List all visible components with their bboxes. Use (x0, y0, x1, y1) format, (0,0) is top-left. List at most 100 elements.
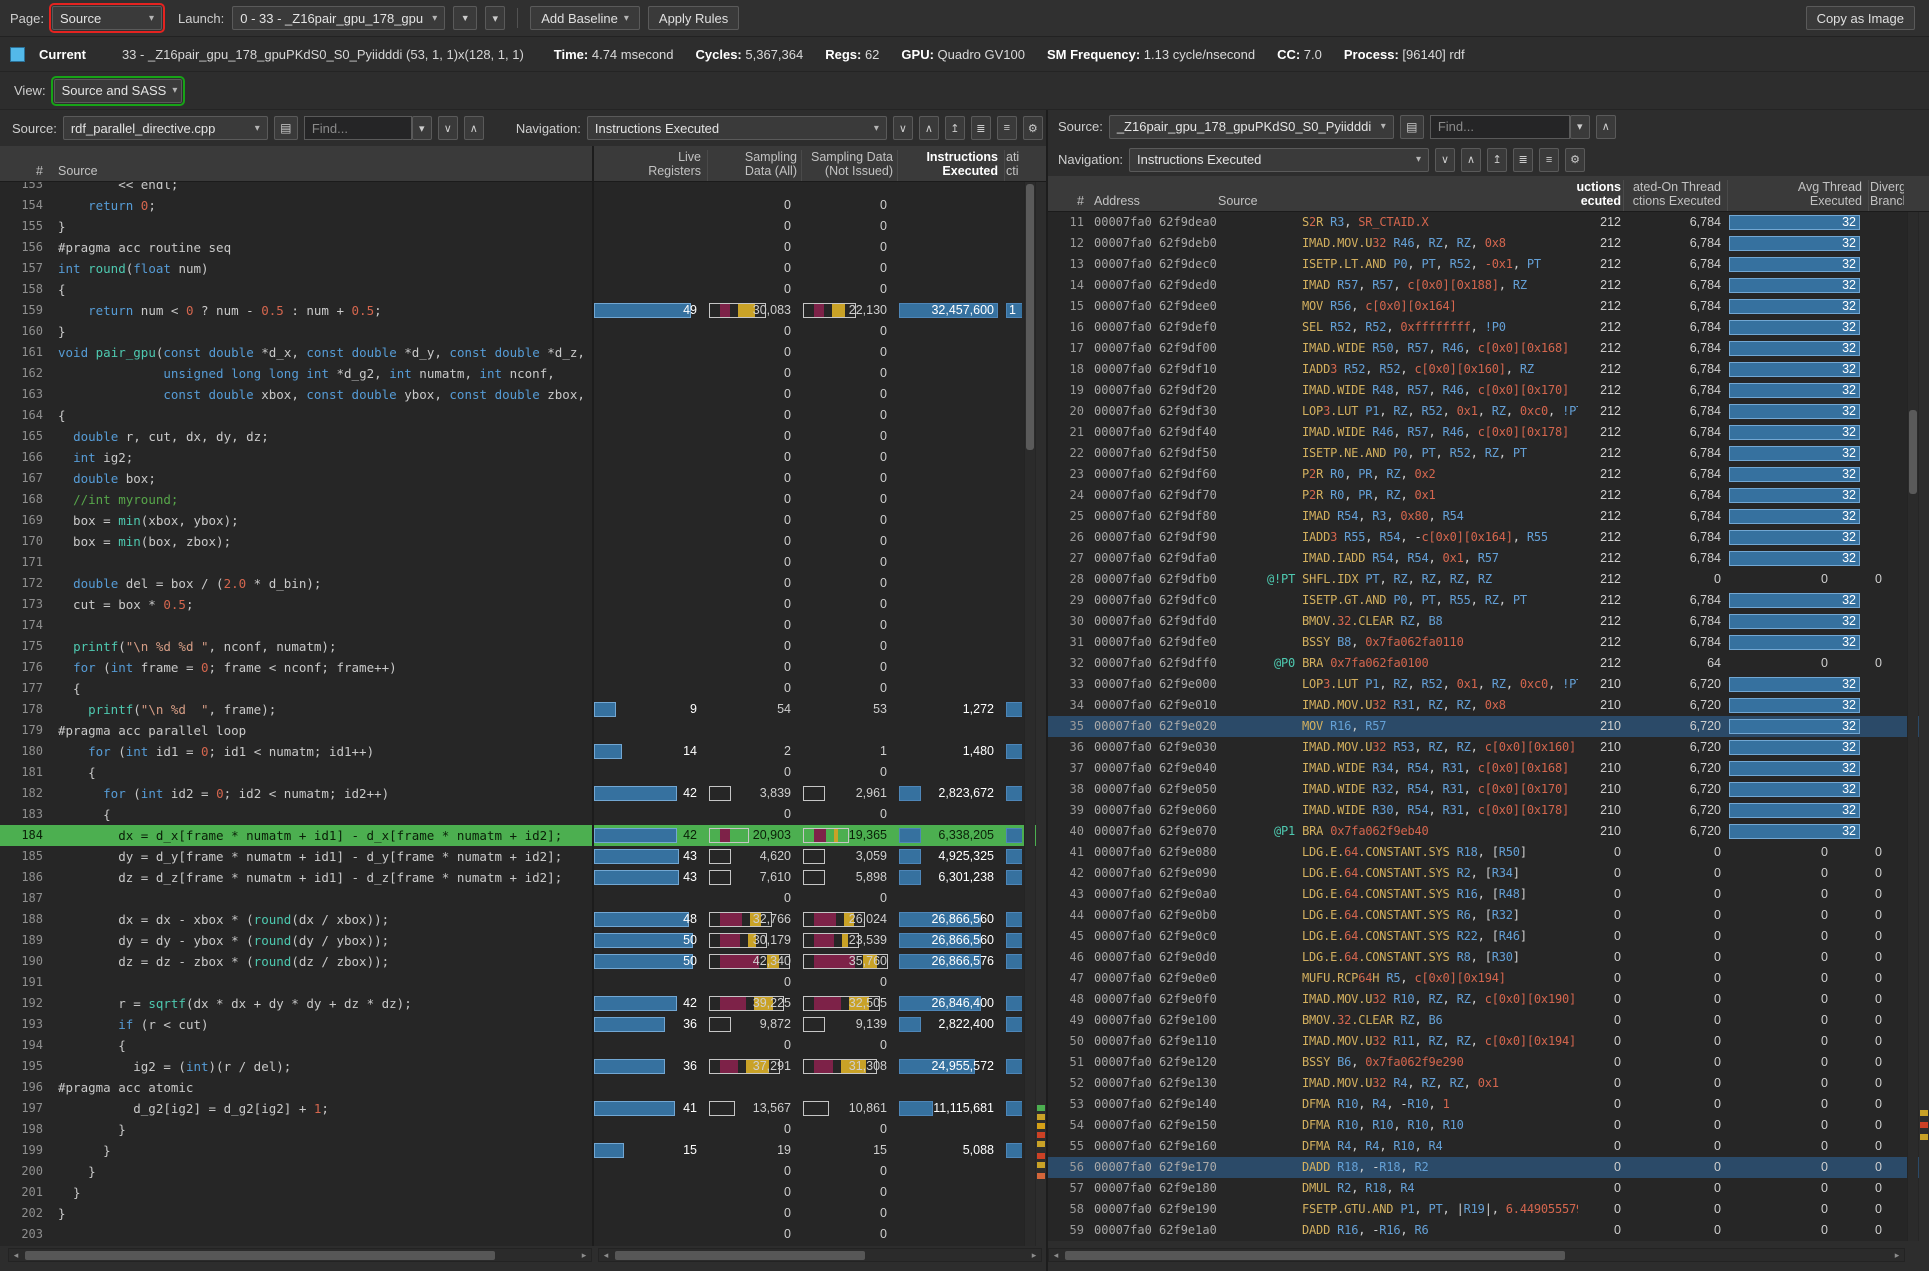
left-jump-to-top-button[interactable]: ↥ (945, 116, 965, 140)
source-row[interactable]: 160}00 (0, 321, 1046, 342)
sass-row[interactable]: 4400007fa0 62f9e0b0LDG.E.64.CONSTANT.SYS… (1048, 905, 1929, 926)
column-header-sampling-not-issued[interactable]: Sampling Data(Not Issued) (803, 150, 893, 178)
sass-row[interactable]: 3300007fa0 62f9e000LOP3.LUT P1, RZ, R52,… (1048, 674, 1929, 695)
copy-as-image-button[interactable]: Copy as Image (1806, 6, 1915, 30)
left-source-file-select[interactable]: rdf_parallel_directive.cpp▾ (63, 116, 268, 140)
sass-row[interactable]: 1200007fa0 62f9deb0IMAD.MOV.U32 R46, RZ,… (1048, 233, 1929, 254)
scroll-right-icon[interactable]: ▸ (1027, 1249, 1041, 1261)
sass-row[interactable]: 2000007fa0 62f9df30LOP3.LUT P1, RZ, R52,… (1048, 401, 1929, 422)
column-header-sampling-all[interactable]: SamplingData (All) (709, 150, 797, 178)
sass-row[interactable]: 4200007fa0 62f9e090LDG.E.64.CONSTANT.SYS… (1048, 863, 1929, 884)
source-row[interactable]: 193 if (r < cut)369,8729,1392,822,400 (0, 1014, 1046, 1035)
right-vscroll-thumb[interactable] (1909, 410, 1917, 494)
source-row[interactable]: 188 dx = dx - xbox * (round(dx / xbox));… (0, 909, 1046, 930)
column-header-line[interactable]: # (1048, 194, 1084, 208)
sass-row[interactable]: 3500007fa0 62f9e020MOV R16, R572106,7203… (1048, 716, 1929, 737)
sass-row[interactable]: 4900007fa0 62f9e100BMOV.32.CLEAR RZ, B60… (1048, 1010, 1929, 1031)
left-source-hscrollbar[interactable]: ◂ ▸ (8, 1248, 592, 1262)
column-header-instructions-executed[interactable]: InstructionsExecuted (899, 150, 998, 178)
left-vertical-scrollbar[interactable] (1024, 182, 1035, 1246)
source-row[interactable]: 181 {00 (0, 762, 1046, 783)
source-row[interactable]: 196#pragma acc atomic (0, 1077, 1046, 1098)
left-find-next-button[interactable]: ∨ (438, 116, 458, 140)
column-header-instructions-executed[interactable]: uctionsecuted (1558, 180, 1621, 208)
source-row[interactable]: 153 << endl; (0, 182, 1046, 195)
sass-row[interactable]: 2800007fa0 62f9dfb0@!PT SHFL.IDX PT, RZ,… (1048, 569, 1929, 590)
right-find-input[interactable]: Find... (1430, 115, 1570, 139)
source-row[interactable]: 199 }1519155,088 (0, 1140, 1046, 1161)
source-row[interactable]: 182 for (int id2 = 0; id2 < numatm; id2+… (0, 783, 1046, 804)
left-nav-next-button[interactable]: ∨ (893, 116, 913, 140)
source-row[interactable]: 18700 (0, 888, 1046, 909)
left-navigation-select[interactable]: Instructions Executed▾ (587, 116, 887, 140)
left-metrics-hscrollbar[interactable]: ◂ ▸ (598, 1248, 1042, 1262)
source-row[interactable]: 173 cut = box * 0.5;00 (0, 594, 1046, 615)
view-layout-button[interactable]: ▤ (1400, 115, 1424, 139)
scroll-right-icon[interactable]: ▸ (1890, 1249, 1904, 1261)
source-row[interactable]: 176 for (int frame = 0; frame < nconf; f… (0, 657, 1046, 678)
right-nav-prev-button[interactable]: ∧ (1461, 148, 1481, 172)
source-row[interactable]: 192 r = sqrtf(dx * dx + dy * dy + dz * d… (0, 993, 1046, 1014)
right-expand-all-button[interactable]: ≣ (1513, 148, 1533, 172)
source-row[interactable]: 180 for (int id1 = 0; id1 < numatm; id1+… (0, 741, 1046, 762)
sass-row[interactable]: 4700007fa0 62f9e0e0MUFU.RCP64H R5, c[0x0… (1048, 968, 1929, 989)
source-row[interactable]: 164{00 (0, 405, 1046, 426)
left-find-prev-button[interactable]: ∧ (464, 116, 484, 140)
sass-row[interactable]: 2100007fa0 62f9df40IMAD.WIDE R46, R57, R… (1048, 422, 1929, 443)
source-row[interactable]: 198 }00 (0, 1119, 1046, 1140)
column-header-source[interactable]: Source (58, 164, 98, 178)
source-row[interactable]: 186 dz = d_z[frame * numatm + id1] - d_z… (0, 867, 1046, 888)
source-row[interactable]: 185 dy = d_y[frame * numatm + id1] - d_y… (0, 846, 1046, 867)
left-vscroll-thumb[interactable] (1026, 184, 1034, 450)
source-row[interactable]: 183 {00 (0, 804, 1046, 825)
sass-row[interactable]: 3900007fa0 62f9e060IMAD.WIDE R30, R54, R… (1048, 800, 1929, 821)
column-header-source[interactable]: Source (1218, 194, 1258, 208)
source-row[interactable]: 178 printf("\n %d ", frame);954531,272 (0, 699, 1046, 720)
source-row[interactable]: 19100 (0, 972, 1046, 993)
right-collapse-all-button[interactable]: ≡ (1539, 148, 1559, 172)
right-hscrollbar[interactable]: ◂ ▸ (1048, 1248, 1905, 1262)
right-navigation-select[interactable]: Instructions Executed▾ (1129, 148, 1429, 172)
source-row[interactable]: 156#pragma acc routine seq00 (0, 237, 1046, 258)
source-row[interactable]: 194 {00 (0, 1035, 1046, 1056)
right-vertical-scrollbar[interactable] (1907, 212, 1918, 1241)
source-row[interactable]: 163 const double xbox, const double ybox… (0, 384, 1046, 405)
column-header-predicated-cut[interactable]: aticti (1006, 150, 1022, 178)
sass-row[interactable]: 5100007fa0 62f9e120BSSY B6, 0x7fa062f9e2… (1048, 1052, 1929, 1073)
left-expand-all-button[interactable]: ≣ (971, 116, 991, 140)
column-header-predicated-thread[interactable]: ated-On Threadctions Executed (1624, 180, 1721, 208)
sass-row[interactable]: 1900007fa0 62f9df20IMAD.WIDE R48, R57, R… (1048, 380, 1929, 401)
sass-row[interactable]: 5400007fa0 62f9e150DFMA R10, R10, R10, R… (1048, 1115, 1929, 1136)
source-row[interactable]: 20300 (0, 1224, 1046, 1245)
source-row[interactable]: 175 printf("\n %d %d ", nconf, numatm);0… (0, 636, 1046, 657)
right-jump-to-top-button[interactable]: ↥ (1487, 148, 1507, 172)
left-nav-prev-button[interactable]: ∧ (919, 116, 939, 140)
source-row[interactable]: 201 }00 (0, 1182, 1046, 1203)
sass-row[interactable]: 4300007fa0 62f9e0a0LDG.E.64.CONSTANT.SYS… (1048, 884, 1929, 905)
sass-row[interactable]: 3100007fa0 62f9dfe0BSSY B8, 0x7fa062fa01… (1048, 632, 1929, 653)
sass-row[interactable]: 5200007fa0 62f9e130IMAD.MOV.U32 R4, RZ, … (1048, 1073, 1929, 1094)
filter-button[interactable]: ▼ (453, 6, 477, 30)
sass-row[interactable]: 4800007fa0 62f9e0f0IMAD.MOV.U32 R10, RZ,… (1048, 989, 1929, 1010)
view-select[interactable]: Source and SASS▾ (54, 79, 182, 103)
scroll-left-icon[interactable]: ◂ (9, 1249, 23, 1261)
sass-row[interactable]: 1500007fa0 62f9dee0MOV R56, c[0x0][0x164… (1048, 296, 1929, 317)
right-find-options-button[interactable]: ▾ (1570, 115, 1590, 139)
source-row[interactable]: 155}00 (0, 216, 1046, 237)
left-find-options-button[interactable]: ▾ (412, 116, 432, 140)
launch-select[interactable]: 0 - 33 - _Z16pair_gpu_178_gpu▾ (232, 6, 445, 30)
source-row[interactable]: 202}00 (0, 1203, 1046, 1224)
page-select[interactable]: Source▾ (52, 6, 162, 30)
left-find-input[interactable]: Find... (304, 116, 412, 140)
sass-row[interactable]: 4600007fa0 62f9e0d0LDG.E.64.CONSTANT.SYS… (1048, 947, 1929, 968)
scroll-left-icon[interactable]: ◂ (1049, 1249, 1063, 1261)
left-column-settings-button[interactable]: ⚙ (1023, 116, 1043, 140)
source-row[interactable]: 177 {00 (0, 678, 1046, 699)
right-column-settings-button[interactable]: ⚙ (1565, 148, 1585, 172)
sass-row[interactable]: 5800007fa0 62f9e190FSETP.GTU.AND P1, PT,… (1048, 1199, 1929, 1220)
sass-row[interactable]: 3400007fa0 62f9e010IMAD.MOV.U32 R31, RZ,… (1048, 695, 1929, 716)
source-row[interactable]: 169 box = min(xbox, ybox);00 (0, 510, 1046, 531)
source-row[interactable]: 166 int ig2;00 (0, 447, 1046, 468)
sass-row[interactable]: 5000007fa0 62f9e110IMAD.MOV.U32 R11, RZ,… (1048, 1031, 1929, 1052)
sass-row[interactable]: 1800007fa0 62f9df10IADD3 R52, R52, c[0x0… (1048, 359, 1929, 380)
